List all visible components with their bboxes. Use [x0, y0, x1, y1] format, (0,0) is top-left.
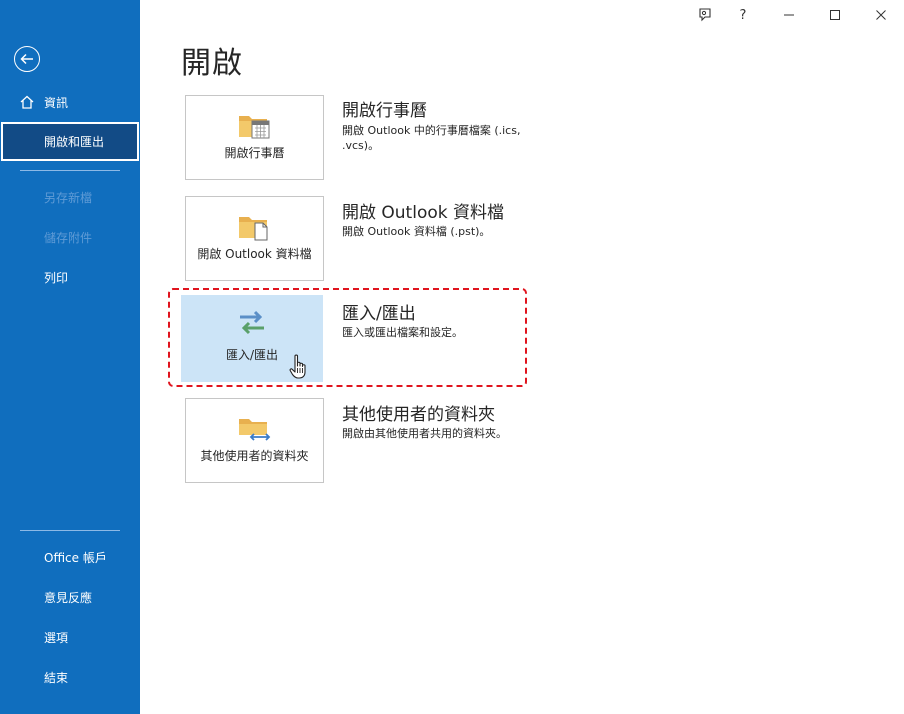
sidebar-item-options[interactable]: 選項 — [0, 618, 140, 656]
close-button[interactable] — [858, 0, 904, 30]
sidebar-item-info[interactable]: 資訊 — [0, 83, 140, 121]
sidebar-item-feedback[interactable]: 意見反應 — [0, 578, 140, 616]
back-arrow-icon — [20, 53, 33, 65]
back-button[interactable] — [14, 46, 40, 72]
option-title: 開啟行事曆 — [342, 101, 427, 121]
open-data-file-tile[interactable]: 開啟 Outlook 資料檔 — [185, 196, 324, 281]
sidebar-item-label: Office 帳戶 — [44, 550, 107, 565]
sidebar-item-label: 列印 — [44, 270, 69, 285]
open-calendar-tile[interactable]: 開啟行事曆 — [185, 95, 324, 180]
home-icon — [20, 95, 34, 109]
option-description: 開啟 Outlook 中的行事曆檔案 (.ics, .vcs)。 — [342, 124, 521, 152]
other-user-folder-tile[interactable]: 其他使用者的資料夾 — [185, 398, 324, 483]
sidebar-item-label: 資訊 — [44, 95, 69, 110]
sidebar-item-office-account[interactable]: Office 帳戶 — [0, 538, 140, 576]
sidebar-item-label: 儲存附件 — [44, 230, 93, 245]
option-description: 開啟由其他使用者共用的資料夾。 — [342, 427, 507, 440]
import-export-arrows-icon — [240, 310, 264, 335]
hand-cursor-icon — [289, 354, 306, 379]
close-icon — [876, 10, 886, 20]
minimize-icon — [784, 14, 794, 16]
folder-shared-icon — [238, 419, 270, 441]
page-title: 開啟 — [181, 46, 243, 81]
sidebar-item-label: 另存新檔 — [44, 190, 93, 205]
folder-calendar-icon — [238, 116, 269, 139]
import-export-tile[interactable]: 匯入/匯出 — [181, 295, 323, 382]
maximize-button[interactable] — [812, 0, 858, 30]
tile-label: 開啟行事曆 — [224, 146, 285, 160]
minimize-button[interactable] — [766, 0, 812, 30]
maximize-icon — [830, 10, 840, 20]
tile-label: 開啟 Outlook 資料檔 — [197, 247, 312, 261]
sidebar-divider — [20, 170, 120, 171]
option-title: 開啟 Outlook 資料檔 — [342, 203, 504, 223]
sidebar-item-label: 選項 — [44, 630, 69, 645]
sidebar-item-label: 結束 — [44, 670, 69, 685]
sidebar-item-print[interactable]: 列印 — [0, 258, 140, 296]
tile-label: 其他使用者的資料夾 — [200, 449, 309, 463]
sidebar-item-open-export[interactable]: 開啟和匯出 — [1, 122, 139, 161]
option-title: 其他使用者的資料夾 — [342, 405, 495, 425]
sidebar-item-exit[interactable]: 結束 — [0, 658, 140, 696]
sidebar-divider — [20, 530, 120, 531]
option-description: 開啟 Outlook 資料檔 (.pst)。 — [342, 225, 491, 238]
option-title: 匯入/匯出 — [342, 304, 416, 324]
folder-document-icon — [238, 217, 267, 241]
sidebar-item-save-attachments: 儲存附件 — [0, 218, 140, 256]
sidebar-item-label: 意見反應 — [44, 590, 93, 605]
tile-label: 匯入/匯出 — [225, 348, 279, 362]
help-button[interactable]: ? — [720, 0, 766, 30]
backstage-sidebar: 資訊 開啟和匯出 另存新檔 儲存附件 列印 Office 帳戶 意見反應 選項 … — [0, 0, 140, 714]
feedback-icon — [699, 8, 711, 22]
option-description: 匯入或匯出檔案和設定。 — [342, 326, 463, 339]
sidebar-item-save-as: 另存新檔 — [0, 178, 140, 216]
sidebar-item-label: 開啟和匯出 — [44, 135, 105, 149]
help-icon: ? — [739, 7, 747, 23]
